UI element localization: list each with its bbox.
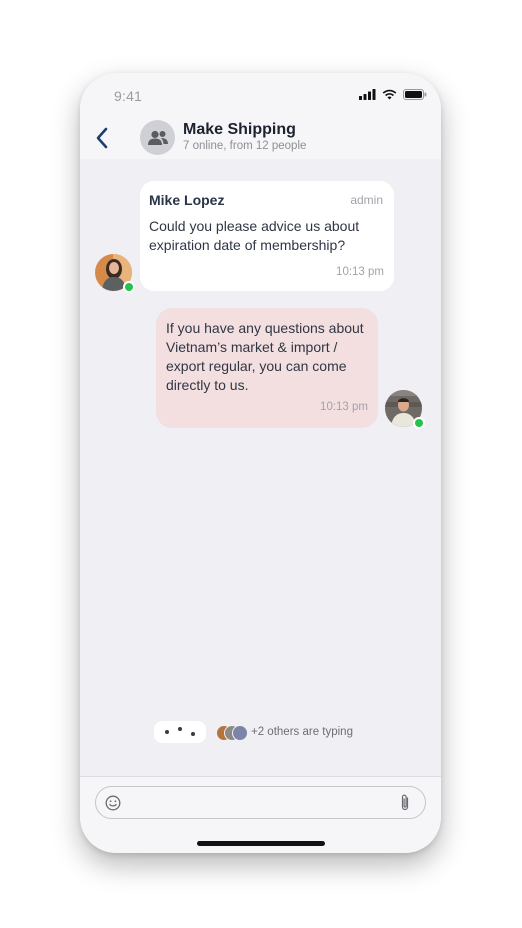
composer-bar: [80, 776, 441, 853]
home-indicator: [197, 841, 325, 846]
message-text: Could you please advice us about expirat…: [149, 218, 360, 253]
message-time: 10:13 pm: [320, 401, 368, 413]
wifi-icon: [382, 89, 397, 100]
incoming-message-bubble[interactable]: Mike Lopez admin Could you please advice…: [140, 181, 394, 291]
group-icon: [147, 130, 168, 145]
typing-indicator: [154, 721, 206, 743]
chat-title: Make Shipping: [183, 121, 296, 138]
sender-role: admin: [350, 193, 383, 207]
typing-dot: [164, 730, 169, 734]
message-time: 10:13 pm: [336, 266, 384, 278]
typing-dot: [177, 727, 182, 731]
typing-avatar: [232, 725, 248, 741]
paperclip-icon[interactable]: [399, 793, 411, 813]
status-icons: [359, 89, 427, 100]
message-input[interactable]: [95, 786, 426, 819]
typing-dot: [191, 732, 196, 736]
emoji-icon[interactable]: [105, 795, 121, 811]
battery-icon: [403, 89, 427, 100]
back-button[interactable]: [90, 125, 116, 151]
group-avatar[interactable]: [140, 120, 175, 155]
typing-avatars: [216, 725, 252, 741]
chat-subtitle: 7 online, from 12 people: [183, 140, 307, 152]
online-indicator: [413, 417, 425, 429]
outgoing-message-bubble[interactable]: If you have any questions about Vietnam’…: [156, 308, 378, 428]
chat-header: 9:41 Make Shipping 7 online, from 12 peo…: [80, 73, 441, 159]
typing-text: +2 others are typing: [251, 726, 353, 738]
phone-frame: 9:41 Make Shipping 7 online, from 12 peo…: [80, 73, 441, 853]
signal-icon: [359, 89, 376, 100]
message-text: If you have any questions about Vietnam’…: [166, 320, 364, 393]
status-time: 9:41: [114, 88, 143, 104]
chevron-left-icon: [96, 127, 108, 149]
message-sender: Mike Lopez: [149, 192, 225, 208]
online-indicator: [123, 281, 135, 293]
